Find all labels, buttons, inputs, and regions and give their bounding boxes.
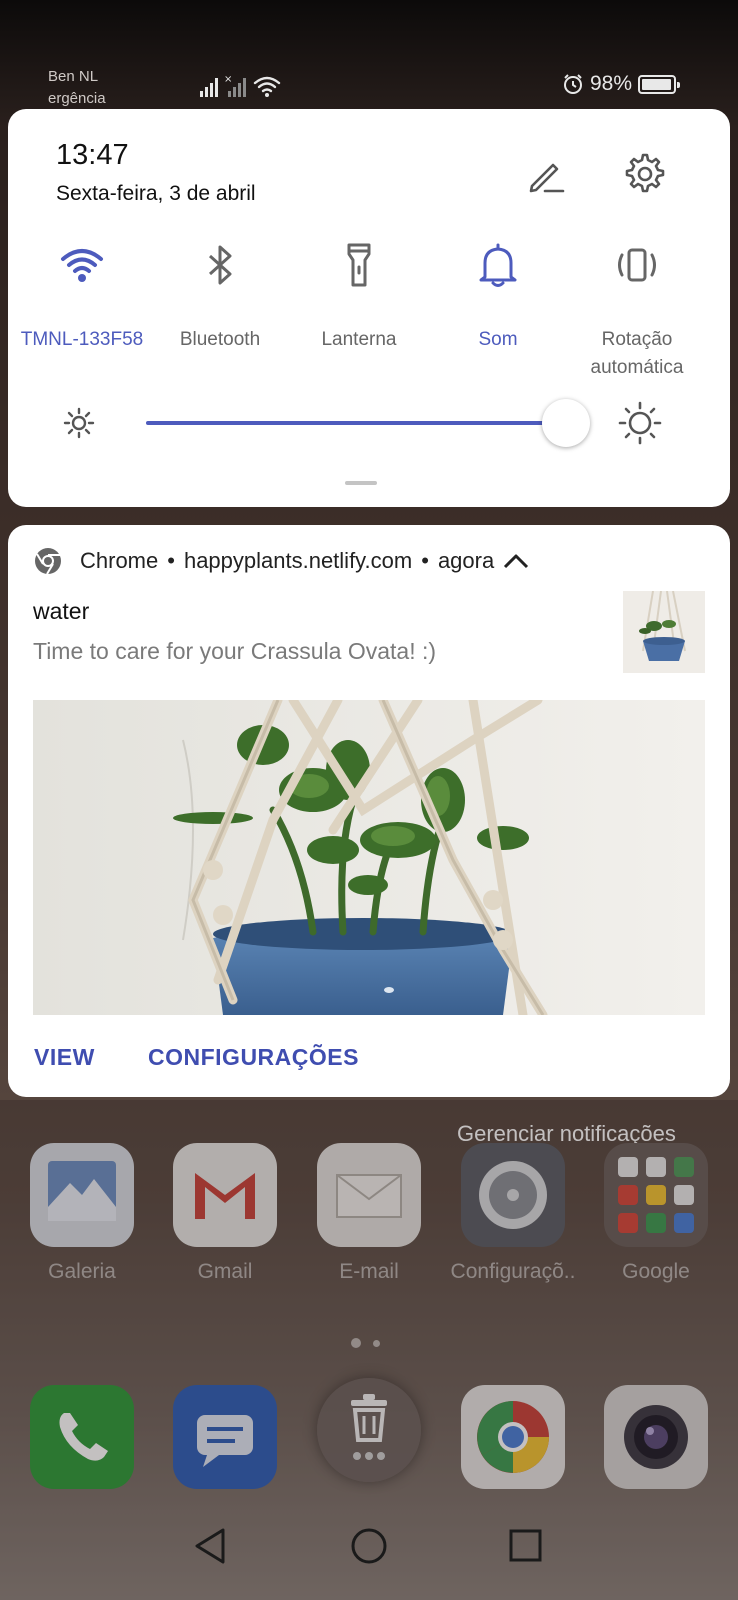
- flashlight-icon: [347, 243, 371, 287]
- battery-percent: 98%: [589, 72, 632, 95]
- status-bar: Ben NL ergência × 98%: [0, 0, 738, 108]
- tile-rotation-label: Rotação automática: [590, 329, 684, 378]
- notification-source: happyplants.netlify.com: [183, 548, 413, 573]
- notification-time: agora: [437, 548, 495, 573]
- brightness-high-icon: [618, 401, 662, 445]
- tile-flashlight-label: Lanterna: [321, 329, 397, 350]
- tile-wifi[interactable]: TMNL-133F58: [12, 241, 152, 354]
- notification-big-image: [33, 700, 705, 1015]
- clock-time[interactable]: 13:47: [56, 139, 129, 172]
- carrier-info: Ben NL ergência: [48, 66, 106, 110]
- rotation-icon: [618, 248, 656, 282]
- edit-pencil-icon[interactable]: [523, 153, 567, 197]
- back-icon[interactable]: [195, 1528, 225, 1564]
- clock-date[interactable]: Sexta-feira, 3 de abril: [56, 182, 256, 206]
- gear-icon[interactable]: [620, 151, 666, 197]
- tile-wifi-label: TMNL-133F58: [20, 329, 144, 350]
- tile-sound-label: Som: [478, 329, 518, 350]
- notification-body: Time to care for your Crassula Ovata! :): [33, 638, 437, 664]
- wifi-icon: [61, 249, 103, 282]
- signal-wifi-icons: ×: [200, 74, 281, 97]
- brightness-low-icon: [63, 407, 95, 439]
- brightness-row: [8, 397, 730, 449]
- tile-sound[interactable]: Som: [428, 241, 568, 354]
- carrier-name: Ben NL: [48, 68, 99, 85]
- brightness-slider-track[interactable]: [146, 421, 566, 425]
- panel-drag-handle[interactable]: [345, 481, 377, 485]
- bell-icon: [479, 243, 517, 287]
- quick-settings-panel: 13:47 Sexta-feira, 3 de abril TMNL-133F5…: [8, 109, 730, 507]
- tile-bluetooth-label: Bluetooth: [179, 329, 261, 350]
- recents-icon[interactable]: [509, 1529, 542, 1562]
- home-icon[interactable]: [351, 1528, 387, 1564]
- separator-dot: •: [167, 548, 175, 573]
- carrier-emergency: ergência: [48, 90, 106, 107]
- notification-header: Chrome • happyplants.netlify.com • agora: [34, 546, 530, 576]
- notification-thumbnail-image: [623, 591, 705, 673]
- bluetooth-icon: [208, 245, 232, 285]
- settings-action-button[interactable]: CONFIGURAÇÕES: [148, 1044, 359, 1071]
- notification-card[interactable]: Chrome • happyplants.netlify.com • agora…: [8, 525, 730, 1097]
- navigation-bar: [195, 1528, 542, 1564]
- separator-dot: •: [421, 548, 429, 573]
- chevron-up-icon[interactable]: [502, 551, 530, 571]
- tile-bluetooth[interactable]: Bluetooth: [150, 241, 290, 354]
- chrome-small-icon: [35, 548, 61, 575]
- tile-rotation[interactable]: Rotação automática: [567, 241, 707, 382]
- svg-text:×: ×: [224, 74, 232, 85]
- notification-title: water: [33, 598, 90, 624]
- status-right: 98%: [562, 72, 680, 96]
- notification-app-name: Chrome: [80, 548, 159, 573]
- tile-flashlight[interactable]: Lanterna: [289, 241, 429, 354]
- view-action-button[interactable]: VIEW: [34, 1044, 95, 1071]
- battery-icon: [638, 74, 680, 94]
- brightness-slider-thumb[interactable]: [542, 399, 590, 447]
- alarm-icon: [563, 74, 582, 94]
